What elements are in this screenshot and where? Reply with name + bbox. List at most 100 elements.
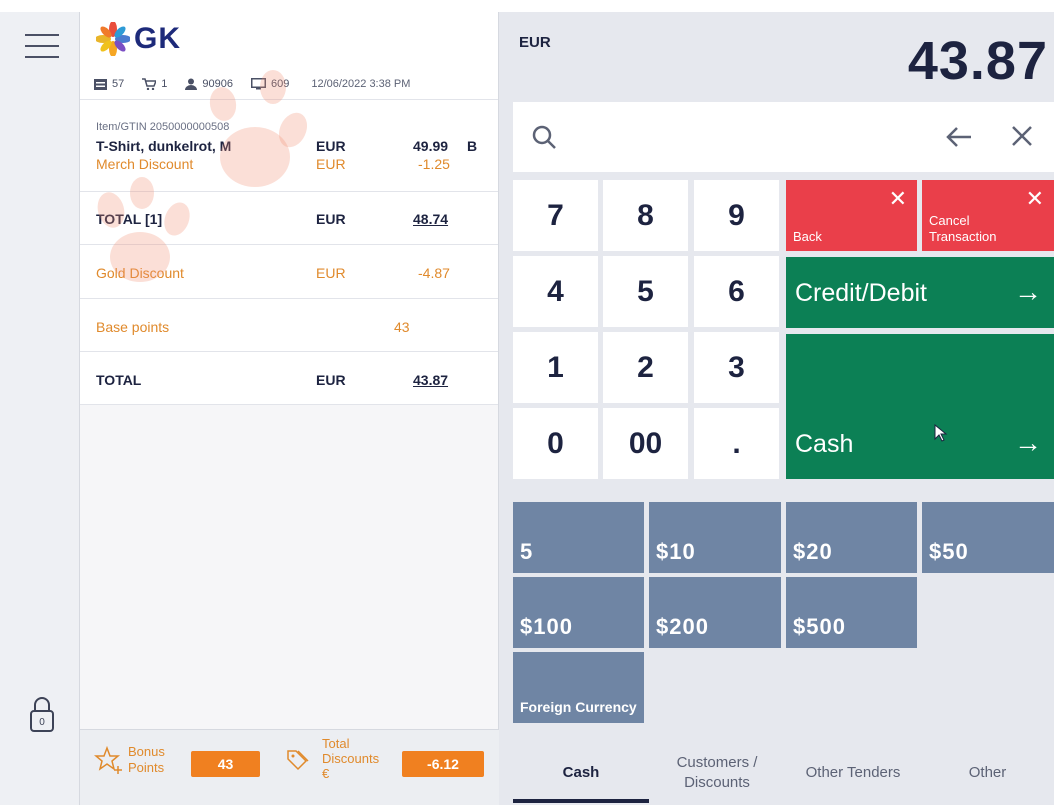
key-1[interactable]: 1 [513,332,598,403]
key-00[interactable]: 00 [603,408,688,479]
gold-discount-currency: EUR [316,265,346,281]
key-9[interactable]: 9 [694,180,779,251]
total-discounts: Total Discounts € [286,736,379,781]
receipt-header: GK 57 1 90906 609 12/06/2022 3:38 PM [80,12,498,100]
tender-20-label: $20 [793,539,833,564]
tab-cash-label: Cash [562,764,600,781]
base-points-label: Base points [96,319,170,335]
left-rail: 0 [0,12,80,805]
back-label: Back [793,229,822,244]
cart-icon [142,78,157,90]
tab-customers-discounts[interactable]: Customers / Discounts [649,740,785,805]
logo-text: GK [134,22,181,55]
back-button[interactable]: ✕ Back [786,180,917,251]
tab-other[interactable]: Other [921,740,1054,805]
item-gtin: Item/GTIN 2050000000508 [96,121,230,133]
key-6[interactable]: 6 [694,256,779,327]
base-points-value: 43 [394,319,410,335]
receipts-count: 57 [94,78,124,90]
gold-discount-value: -4.87 [418,265,450,281]
bonus-points: Bonus Points [94,744,165,776]
discounts-label-1: Total [322,736,350,751]
total-discounts-badge: -6.12 [402,751,484,777]
tab-other-tenders-label: Other Tenders [805,764,901,781]
total-line: TOTAL EUR 43.87 [80,352,498,405]
tender-500-label: $500 [793,614,846,639]
menu-icon[interactable] [25,34,59,60]
tender-20[interactable]: $20 [786,502,917,573]
tender-10-label: $10 [656,539,696,564]
search-bar[interactable] [513,102,1054,172]
subtotal-value: 48.74 [413,211,449,227]
key-4[interactable]: 4 [513,256,598,327]
tab-customers-label-1: Customers / [676,753,758,771]
receipt-footer: Bonus Points 43 Total Discounts € -6.12 [80,729,499,805]
search-icon[interactable] [531,124,557,150]
key-7[interactable]: 7 [513,180,598,251]
key-5[interactable]: 5 [603,256,688,327]
credit-debit-button[interactable]: Credit/Debit → [786,257,1054,328]
close-icon: ✕ [1025,186,1044,211]
clear-icon[interactable] [1010,124,1034,148]
key-decimal[interactable]: . [694,408,779,479]
mouse-cursor-icon [934,424,948,442]
bonus-label: Bonus [128,744,165,759]
lock-icon[interactable]: 0 [27,695,57,735]
cash-label: Cash [795,430,854,458]
bonus-points-badge: 43 [191,751,260,777]
tender-10[interactable]: $10 [649,502,781,573]
item-tax-code: B [467,138,478,154]
user-icon [185,78,198,90]
item-name: T-Shirt, dunkelrot, M [96,138,232,154]
item-discount-name: Merch Discount [96,156,194,172]
tender-100[interactable]: $100 [513,577,644,648]
status-bar: 57 1 90906 609 12/06/2022 3:38 PM [94,78,410,90]
foreign-currency-label: Foreign Currency [520,699,637,715]
payment-panel: EUR 43.87 7 8 9 4 5 6 1 2 3 0 00 . ✕ Bac… [499,12,1054,805]
cancel-label-1: Cancel [929,213,970,228]
tab-other-label: Other [968,764,1007,781]
item-price: 49.99 [413,138,449,154]
item-discount-value: -1.25 [418,156,450,172]
discount-tag-icon [287,749,309,770]
tab-customers-label-2: Discounts [684,773,750,791]
close-icon: ✕ [888,186,907,211]
cancel-transaction-button[interactable]: ✕ Cancel Transaction [922,180,1054,251]
bonus-label-2: Points [128,760,165,775]
tender-50[interactable]: $50 [922,502,1054,573]
tender-200-label: $200 [656,614,709,639]
subtotal-currency: EUR [316,211,346,227]
tender-tabs: Cash Customers / Discounts Other Tenders… [513,740,1054,805]
total-currency: EUR [316,372,346,388]
arrow-right-icon: → [1014,427,1042,458]
credit-debit-label: Credit/Debit [795,279,927,307]
gk-logo-mark-icon [96,22,130,56]
key-8[interactable]: 8 [603,180,688,251]
cash-button[interactable]: Cash → [786,334,1054,479]
display-amount: 43.87 [907,31,1048,91]
cart-count: 1 [142,78,167,90]
tab-cash[interactable]: Cash [513,740,649,805]
cancel-label: Cancel Transaction [929,213,996,245]
foreign-currency-button[interactable]: Foreign Currency [513,652,644,723]
arrow-right-icon: → [1014,276,1042,307]
tender-50-label: $50 [929,539,969,564]
total-value: 43.87 [413,372,449,388]
svg-text:0: 0 [39,717,45,728]
key-0[interactable]: 0 [513,408,598,479]
item-currency: EUR [316,138,346,154]
display-currency: EUR [519,34,551,51]
key-2[interactable]: 2 [603,332,688,403]
backspace-arrow-icon[interactable] [945,124,973,150]
total-label: TOTAL [96,372,142,388]
datetime: 12/06/2022 3:38 PM [311,78,411,90]
tender-5[interactable]: 5 [513,502,644,573]
tab-other-tenders[interactable]: Other Tenders [785,740,921,805]
key-3[interactable]: 3 [694,332,779,403]
gk-logo: GK [96,22,181,56]
tender-200[interactable]: $200 [649,577,781,648]
receipt-icon [94,78,107,90]
star-plus-icon [94,746,122,774]
tender-500[interactable]: $500 [786,577,917,648]
tender-100-label: $100 [520,614,573,639]
